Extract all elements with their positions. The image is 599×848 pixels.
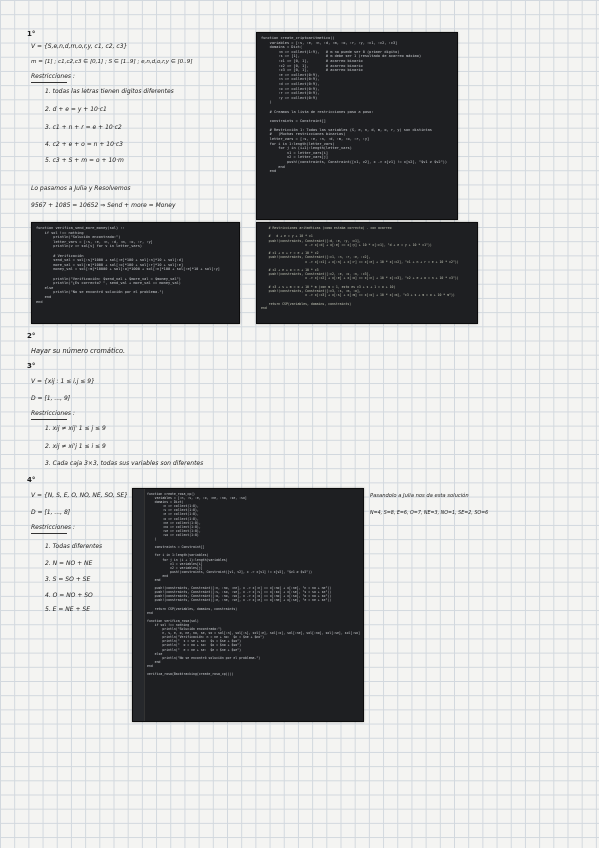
section-4-number: 4° xyxy=(27,476,36,484)
section-3-restriction-2: 2. xij ≠ xi'j 1 ≤ i ≤ 9 xyxy=(45,443,106,450)
section-2-number: 2° xyxy=(27,332,36,340)
section-1-domains: m = [1] ; c1,c2,c3 ∈ [0,1] ; S ∈ [1..9] … xyxy=(31,59,193,65)
code-text: function verifica_send_more_money(sol) :… xyxy=(36,226,220,304)
section-3-domain: D = [1, ..., 9] xyxy=(31,395,71,402)
code-text: function create_rosa_cp() variables = [:… xyxy=(147,492,361,677)
section-3-restriction-3: 3. Cada caja 3×3, todas sus variables so… xyxy=(45,460,204,467)
section-1-restrictions-title: Restricciones : xyxy=(31,73,75,80)
section-1-title-underline xyxy=(31,82,67,83)
section-4-restrictions-title: Restricciones : xyxy=(31,524,75,531)
section-1-variables: V = {S,e,n,d,m,o,r,y, c1, c2, c3} xyxy=(31,43,128,50)
section-4-restriction-2: 2. N = NO + NE xyxy=(45,560,93,567)
section-1-number: 1° xyxy=(27,30,36,38)
code-screenshot-csp-definition: function create_criptoaritmetico() varia… xyxy=(256,32,458,220)
section-4-restriction-3: 3. S = SO + SE xyxy=(45,576,91,583)
code-screenshot-rosa-vientos: function create_rosa_cp() variables = [:… xyxy=(132,488,364,722)
section-1-restriction-3: 3. c1 + n + r = e + 10·c2 xyxy=(45,124,122,131)
section-3-restrictions-title: Restricciones : xyxy=(31,410,75,417)
line-number-gutter xyxy=(133,489,145,721)
section-3-title-underline xyxy=(31,419,67,420)
section-4-variables: V = {N, S, E, O, NO, NE, SO, SE} xyxy=(31,492,128,499)
section-4-solution: N=4, S=8, E=6, O=7, NE=3, NO=1, SE=2, SO… xyxy=(370,511,489,516)
section-1-restriction-2: 2. d + e = y + 10·c1 xyxy=(45,106,107,113)
section-1-note: Lo pasamos a Julia y Resolvemos xyxy=(31,185,131,192)
section-1-restriction-1: 1. todas las letras tienen digitos difer… xyxy=(45,88,174,95)
section-3-number: 3° xyxy=(27,362,36,370)
section-2-text: Hayar su número cromático. xyxy=(31,347,126,355)
code-text: # Restricciones aritméticas (como estaba… xyxy=(261,226,459,310)
section-4-title-underline xyxy=(31,533,67,534)
section-4-domain: D = [1, ..., 8] xyxy=(31,509,71,516)
section-4-restriction-5: 5. E = NE + SE xyxy=(45,606,90,613)
section-4-restriction-1: 1. Todas diferentes xyxy=(45,543,103,550)
section-1-result: 9567 + 1085 = 10652 ⇒ Send + more = Mone… xyxy=(31,202,176,209)
code-text: function create_criptoaritmetico() varia… xyxy=(261,36,448,174)
section-3-restriction-1: 1. xij ≠ xij' 1 ≤ j ≤ 9 xyxy=(45,425,106,432)
section-4-note: Pasandolo a Julia nos da esta solución xyxy=(370,493,469,499)
code-screenshot-arithmetic-constraints: # Restricciones aritméticas (como estaba… xyxy=(256,222,478,324)
code-screenshot-verify-send-more-money: function verifica_send_more_money(sol) :… xyxy=(31,222,240,324)
section-1-restriction-5: 5. c3 + S + m = o + 10·m xyxy=(45,157,124,164)
section-1-restriction-4: 4. c2 + e + o = n + 10·c3 xyxy=(45,141,123,148)
section-3-variables: V = {xij : 1 ≤ i,j ≤ 9} xyxy=(31,378,95,385)
section-4-restriction-4: 4. O = NO + SO xyxy=(45,592,93,599)
